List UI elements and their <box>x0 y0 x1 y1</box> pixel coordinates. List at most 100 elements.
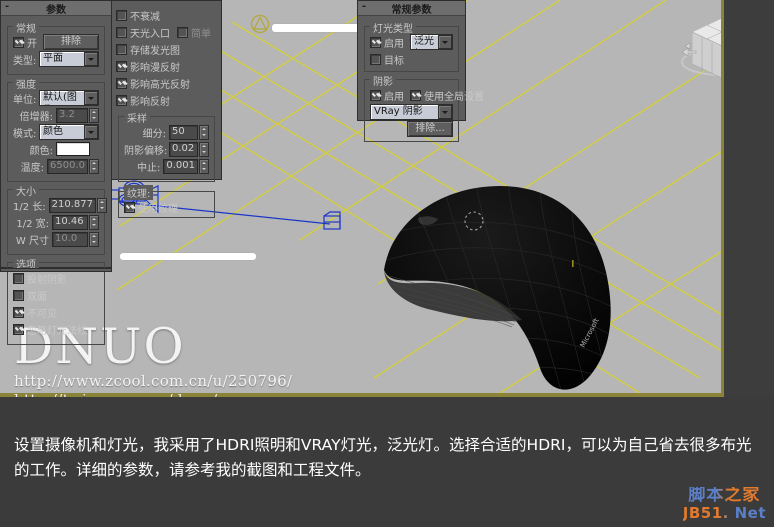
group-texture: 纹理: 使用纹理 <box>118 185 215 218</box>
row-multiplier: 倍增器: 3.2 <box>13 107 99 123</box>
w-size-field[interactable]: 10.0 <box>52 231 88 247</box>
checkbox-double-sided-box[interactable] <box>13 289 24 301</box>
checkbox-cast-shadows[interactable]: 投射阴影 <box>13 271 67 286</box>
checkbox-shadow-enable[interactable]: 启用 <box>370 88 404 103</box>
temperature-spinner[interactable] <box>89 158 99 174</box>
shadow-bias-label: 阴影偏移: <box>124 145 168 157</box>
checkbox-targeted-box[interactable] <box>370 53 381 65</box>
multiplier-field[interactable]: 3.2 <box>56 107 88 123</box>
checkbox-store-irradiance-map-box[interactable] <box>116 43 127 55</box>
row-shadow-bias: 阴影偏移: 0.02 <box>124 141 209 157</box>
subdivs-field[interactable]: 50 <box>169 124 198 140</box>
cutoff-field[interactable]: 0.001 <box>163 158 198 174</box>
plane-light-bar-bottom[interactable] <box>120 253 256 260</box>
checkbox-targeted[interactable]: 目标 <box>370 52 404 67</box>
checkbox-use-global-settings[interactable]: 使用全局设置 <box>410 88 484 103</box>
rollout-parameters-header[interactable]: - 参数 <box>1 1 111 16</box>
checkbox-affect-reflections-box[interactable] <box>116 94 127 106</box>
viewcube-widget[interactable] <box>676 8 724 100</box>
checkbox-skylight-portal-box[interactable] <box>116 26 127 38</box>
group-size: 大小 1/2 长: 210.877 1/2 宽: 10.46 W 尺寸 10.0 <box>7 183 108 255</box>
row-affect-specular: 影响高光反射 <box>116 76 217 91</box>
rollout-parameters[interactable]: - 参数 常规 开 排除 类型: 平面 强度 单位: 默认(图 倍增器: 3.2… <box>0 0 112 345</box>
checkbox-light-enable-box[interactable] <box>370 36 381 48</box>
group-shadows-label: 阴影 <box>370 73 396 88</box>
half-length-spinner[interactable] <box>97 197 108 213</box>
row-option-2: 不可见 <box>13 305 99 320</box>
checkbox-ignore-light-normals[interactable]: 忽略灯光法线 <box>13 322 87 337</box>
checkbox-affect-diffuse-box[interactable] <box>116 60 127 72</box>
checkbox-affect-diffuse[interactable]: 影响漫反射 <box>116 59 180 74</box>
checkbox-store-irradiance-map[interactable]: 存储发光图 <box>116 42 180 57</box>
checkbox-on-box[interactable] <box>13 36 24 48</box>
checkbox-store-irradiance-map-label: 存储发光图 <box>130 45 180 57</box>
half-length-label: 1/2 长: <box>13 201 46 213</box>
checkbox-light-enable-label: 启用 <box>384 38 404 50</box>
checkbox-use-global-settings-box[interactable] <box>410 89 421 101</box>
checkbox-no-decay-label: 不衰减 <box>130 11 160 23</box>
row-shadow-type: VRay 阴影 <box>370 104 453 120</box>
half-width-field[interactable]: 10.46 <box>52 214 88 230</box>
checkbox-simple-box[interactable] <box>177 26 188 38</box>
shadow-bias-field[interactable]: 0.02 <box>169 141 198 157</box>
light-type-combo[interactable]: 泛光灯 <box>410 34 453 50</box>
checkbox-skylight-portal[interactable]: 天光入口 <box>116 25 170 40</box>
half-length-field[interactable]: 210.877 <box>48 197 97 213</box>
checkbox-affect-specular-box[interactable] <box>116 77 127 89</box>
checkbox-light-enable[interactable]: 启用 <box>370 35 404 50</box>
mesh-object-mouse[interactable]: Microsoft <box>372 168 640 396</box>
plane-light-bar-top[interactable] <box>272 24 368 32</box>
group-shadows: 阴影 启用 使用全局设置 VRay 阴影 排除... <box>364 73 484 142</box>
chevron-down-icon[interactable] <box>438 105 452 119</box>
checkbox-affect-specular[interactable]: 影响高光反射 <box>116 76 190 91</box>
mode-combo[interactable]: 颜色 <box>39 124 99 140</box>
checkbox-use-texture-box[interactable] <box>124 201 135 213</box>
cutoff-spinner[interactable] <box>199 158 209 174</box>
checkbox-invisible-box[interactable] <box>13 306 24 318</box>
exclude-button[interactable]: 排除 <box>43 34 99 50</box>
checkbox-ignore-light-normals-box[interactable] <box>13 323 24 335</box>
checkbox-affect-reflections-label: 影响反射 <box>130 96 170 108</box>
checkbox-affect-diffuse-label: 影响漫反射 <box>130 62 180 74</box>
collapse-icon[interactable]: - <box>5 1 9 12</box>
units-combo-value: 默认(图像) <box>43 92 77 103</box>
row-half-length: 1/2 长: 210.877 <box>13 197 108 213</box>
checkbox-ignore-light-normals-label: 忽略灯光法线 <box>27 325 87 337</box>
shadow-bias-spinner[interactable] <box>199 141 209 157</box>
w-size-spinner[interactable] <box>89 231 99 247</box>
checkbox-invisible[interactable]: 不可见 <box>13 305 57 320</box>
rollout-general-parameters[interactable]: - 常规参数 灯光类型 启用 泛光灯 <box>357 0 484 142</box>
caption-bar: 设置摄像机和灯光，我采用了HDRI照明和VRAY灯光，泛光灯。选择合适的HDRI… <box>0 425 774 527</box>
type-combo[interactable]: 平面 <box>39 51 99 67</box>
checkbox-double-sided[interactable]: 双面 <box>13 288 47 303</box>
chevron-down-icon[interactable] <box>84 125 98 139</box>
subdivs-spinner[interactable] <box>199 124 209 140</box>
checkbox-simple-label: 简单 <box>191 28 211 40</box>
half-width-spinner[interactable] <box>89 214 99 230</box>
multiplier-spinner[interactable] <box>89 107 99 123</box>
color-label: 颜色: <box>29 145 53 157</box>
color-swatch[interactable] <box>56 142 90 156</box>
temperature-field[interactable]: 6500.0 <box>47 158 88 174</box>
checkbox-no-decay-box[interactable] <box>116 9 127 21</box>
omni-light-gizmo[interactable] <box>250 14 270 34</box>
row-option-1: 双面 <box>13 288 99 303</box>
units-combo[interactable]: 默认(图像) <box>39 90 99 106</box>
rollout-general-parameters-header[interactable]: - 常规参数 <box>358 1 465 16</box>
shadow-exclude-button[interactable]: 排除... <box>407 121 453 137</box>
collapse-icon[interactable]: - <box>362 1 366 12</box>
chevron-down-icon[interactable] <box>84 52 98 66</box>
checkbox-no-decay[interactable]: 不衰减 <box>116 8 160 23</box>
row-w-size: W 尺寸 10.0 <box>13 231 99 247</box>
shadow-type-combo[interactable]: VRay 阴影 <box>370 104 453 120</box>
chevron-down-icon[interactable] <box>84 91 98 105</box>
checkbox-use-texture[interactable]: 使用纹理 <box>124 200 178 215</box>
viewport-right-gutter <box>724 0 774 397</box>
checkbox-cast-shadows-box[interactable] <box>13 272 24 284</box>
chevron-down-icon[interactable] <box>438 35 452 49</box>
checkbox-simple[interactable]: 简单 <box>177 25 211 40</box>
checkbox-affect-reflections[interactable]: 影响反射 <box>116 93 170 108</box>
checkbox-on[interactable]: 开 <box>13 35 37 50</box>
rollout-parameters-right-column[interactable]: 不衰减 天光入口 简单 存储发光图 影响漫反射 影响高光反射 影响反射 采样 细… <box>111 0 222 218</box>
checkbox-shadow-enable-box[interactable] <box>370 89 381 101</box>
